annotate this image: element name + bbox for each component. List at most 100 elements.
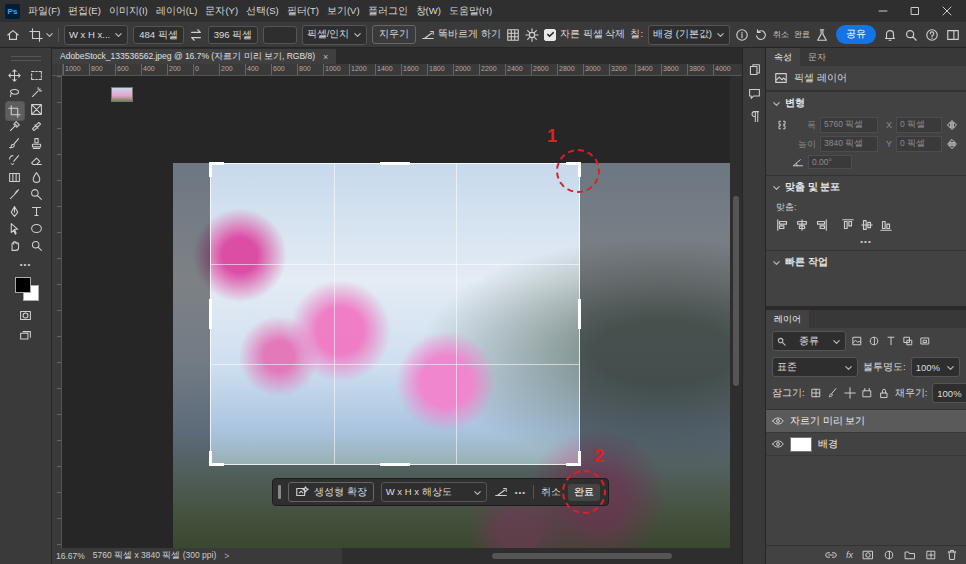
smart-filter-icon[interactable]: [919, 335, 931, 347]
type-filter-icon[interactable]: [885, 335, 897, 347]
tool-button[interactable]: [27, 118, 47, 135]
tool-button[interactable]: [5, 220, 25, 237]
menu-item[interactable]: 창(W): [416, 5, 441, 18]
reset-icon[interactable]: [754, 28, 768, 42]
workspace-layout-icon[interactable]: [946, 28, 960, 42]
screen-mode-icon[interactable]: [19, 330, 32, 343]
quick-mask-icon[interactable]: [19, 309, 32, 322]
canvas[interactable]: 1생성형 확장W x H x 해상도•••취소완료 2: [62, 76, 730, 548]
color-swatches[interactable]: [13, 277, 39, 301]
align-hcenter-icon[interactable]: [795, 218, 809, 232]
panel-tab[interactable]: 문자: [800, 48, 834, 66]
fill-field[interactable]: 100%: [932, 383, 966, 403]
lock-paint-icon[interactable]: [827, 387, 839, 399]
tool-button[interactable]: [27, 101, 47, 118]
tool-button[interactable]: [27, 67, 47, 84]
align-right-icon[interactable]: [814, 218, 828, 232]
minimize-icon[interactable]: [878, 6, 888, 16]
blend-mode-dropdown[interactable]: 표준: [772, 357, 858, 377]
share-button[interactable]: 공유: [836, 25, 876, 44]
home-icon[interactable]: [6, 28, 20, 42]
eye-icon[interactable]: [772, 438, 784, 450]
more-button[interactable]: •••: [776, 237, 956, 246]
swap-icon[interactable]: [189, 28, 203, 42]
zoom-level[interactable]: 16.67%: [56, 551, 85, 561]
cancel-button[interactable]: 취소: [541, 486, 561, 499]
flip-icon[interactable]: [946, 138, 958, 150]
close-icon[interactable]: [942, 6, 952, 16]
tool-button[interactable]: [27, 186, 47, 203]
layer-row[interactable]: 자르기 미리 보기: [766, 410, 966, 433]
eye-icon[interactable]: [772, 415, 784, 427]
help-icon[interactable]: [925, 28, 939, 42]
link-icon[interactable]: [776, 119, 788, 131]
commit-crop-button[interactable]: 완료: [794, 29, 810, 40]
align-left-icon[interactable]: [776, 218, 790, 232]
tool-button[interactable]: [27, 220, 47, 237]
info-menu-button[interactable]: >: [224, 551, 229, 561]
tool-button[interactable]: [27, 84, 47, 101]
unit-dropdown[interactable]: 픽셀/인치: [302, 25, 368, 45]
lock-artboard-icon[interactable]: [861, 387, 873, 399]
checkbox[interactable]: [544, 29, 556, 41]
history-icon[interactable]: [748, 64, 761, 77]
section-header[interactable]: 빠른 작업: [766, 250, 966, 274]
taskbar-grip[interactable]: [278, 485, 281, 499]
tool-button[interactable]: [27, 203, 47, 220]
mask-icon[interactable]: [862, 549, 874, 561]
tool-button[interactable]: [5, 135, 25, 152]
width-field[interactable]: 484 픽셀: [133, 26, 184, 44]
filter-dropdown[interactable]: 종류: [772, 331, 846, 351]
tool-button[interactable]: [5, 152, 25, 169]
new-layer-icon[interactable]: [925, 549, 937, 561]
menu-item[interactable]: 문자(Y): [205, 5, 238, 18]
edge-handle[interactable]: [380, 463, 410, 466]
menu-item[interactable]: 편집(E): [68, 5, 101, 18]
maximize-icon[interactable]: [910, 6, 920, 16]
info-icon[interactable]: [735, 28, 749, 42]
align-bottom-icon[interactable]: [879, 218, 893, 232]
crop-box[interactable]: 1: [210, 163, 580, 465]
panel-tab[interactable]: 레이어: [766, 310, 809, 328]
menu-item[interactable]: 보기(V): [327, 5, 360, 18]
tool-button[interactable]: [5, 118, 25, 135]
menu-item[interactable]: 필터(T): [287, 5, 319, 18]
adjustment-filter-icon[interactable]: [868, 335, 880, 347]
layer-row[interactable]: 배경: [766, 433, 966, 456]
menu-item[interactable]: 선택(S): [246, 5, 279, 18]
horizontal-scrollbar[interactable]: [342, 548, 742, 564]
straighten-icon[interactable]: [494, 485, 508, 499]
pixel-filter-icon[interactable]: [851, 335, 863, 347]
search-icon[interactable]: [904, 28, 918, 42]
tool-button[interactable]: [5, 203, 25, 220]
tool-button[interactable]: [27, 169, 47, 186]
ratio-dropdown[interactable]: W x H x...: [64, 25, 128, 45]
lock-transparent-icon[interactable]: [810, 387, 822, 399]
vertical-scrollbar[interactable]: [730, 76, 742, 548]
lock-move-icon[interactable]: [844, 387, 856, 399]
align-vcenter-icon[interactable]: [860, 218, 874, 232]
corner-handle[interactable]: [566, 162, 581, 177]
menu-item[interactable]: 이미지(I): [109, 5, 148, 18]
document-tab[interactable]: AdobeStock_133536562.jpeg @ 16.7% (자르기 미…: [52, 49, 336, 64]
crop-preset-dropdown[interactable]: W x H x 해상도: [381, 482, 487, 502]
section-header[interactable]: 맞춤 및 분포: [766, 175, 966, 199]
fill-dropdown[interactable]: 배경 (기본값): [648, 25, 730, 45]
edge-handle[interactable]: [578, 299, 581, 329]
link-layers-icon[interactable]: [825, 549, 837, 561]
menu-item[interactable]: 파일(F): [28, 5, 60, 18]
delete-cropped-checkbox[interactable]: 자른 픽셀 삭제: [544, 28, 625, 41]
done-button[interactable]: 완료 2: [568, 484, 600, 501]
foreground-color-swatch[interactable]: [15, 277, 31, 293]
menu-item[interactable]: 플러그인: [368, 5, 408, 18]
close-tab-button[interactable]: ×: [323, 52, 328, 62]
tool-button[interactable]: [5, 169, 25, 186]
scroll-thumb[interactable]: [492, 553, 672, 559]
resolution-field[interactable]: [263, 26, 297, 44]
panel-tab[interactable]: 속성: [766, 48, 800, 66]
menu-item[interactable]: 도움말(H): [449, 5, 492, 18]
corner-handle[interactable]: [209, 451, 224, 466]
section-header[interactable]: 변형: [766, 91, 966, 115]
corner-handle[interactable]: [566, 451, 581, 466]
tool-button[interactable]: [5, 237, 25, 254]
